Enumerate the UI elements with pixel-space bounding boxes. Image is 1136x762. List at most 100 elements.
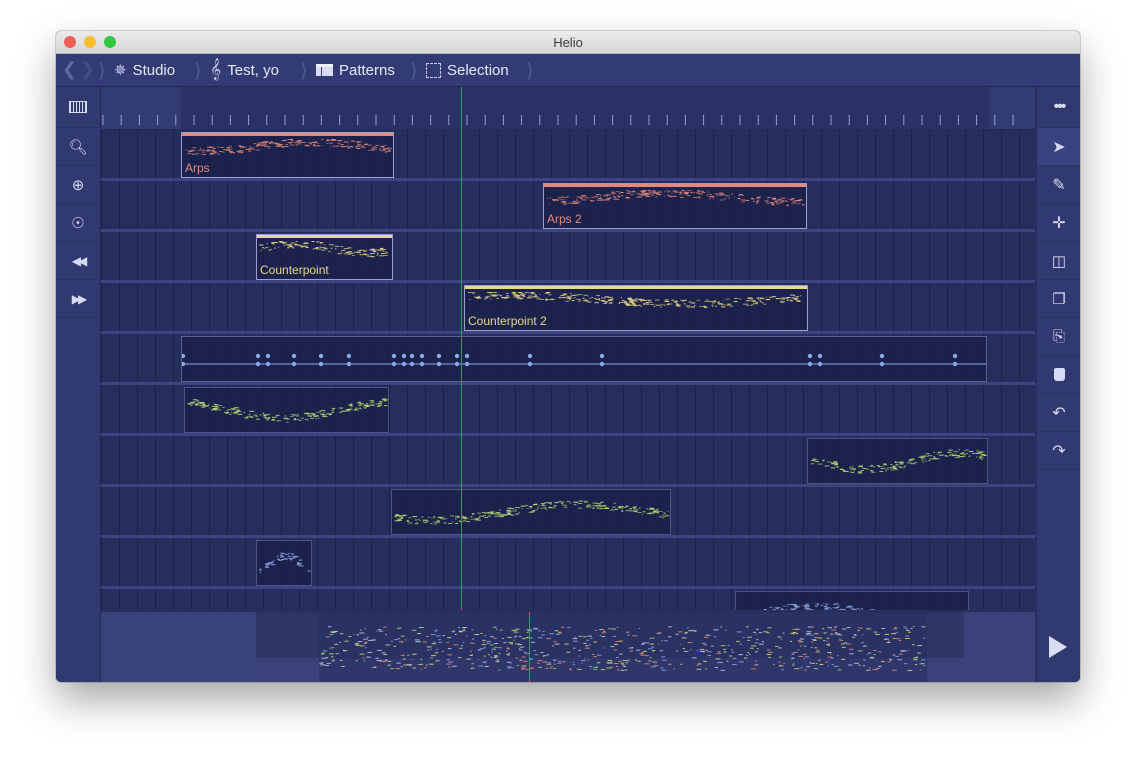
note (293, 419, 297, 421)
clip-green-3[interactable] (391, 489, 671, 535)
note (791, 198, 795, 200)
minimap-note (898, 640, 902, 642)
more-button[interactable]: ••• (1037, 87, 1080, 128)
piano-roll-button[interactable] (56, 87, 100, 128)
note (787, 604, 792, 605)
copy-button[interactable]: ❐ (1037, 280, 1080, 318)
fast-forward-button[interactable]: ▶▶ (56, 280, 100, 318)
note (928, 460, 931, 462)
note (775, 608, 779, 610)
note (352, 255, 354, 256)
note (509, 508, 515, 510)
minimap-note (651, 637, 653, 639)
minimap-note (332, 647, 335, 649)
note (527, 297, 529, 299)
minimap-note (710, 645, 714, 647)
cursor-tool-button[interactable]: ➤ (1037, 128, 1080, 166)
note (540, 507, 543, 509)
note (759, 298, 765, 300)
redo-button[interactable]: ↷ (1037, 432, 1080, 470)
paste-button[interactable]: ⎘ (1037, 318, 1080, 356)
clip-green-1[interactable] (184, 387, 389, 433)
clip-blue-2[interactable] (735, 591, 969, 610)
note (499, 295, 503, 297)
minimap-note (510, 643, 514, 645)
note (326, 142, 328, 144)
project-minimap[interactable] (101, 611, 1035, 682)
zoom-fit-button[interactable]: ☉ (56, 204, 100, 242)
back-button[interactable]: ❮ (62, 59, 77, 80)
note (674, 302, 677, 303)
clip-arps-2[interactable]: Arps 2 (543, 183, 807, 229)
note (353, 254, 355, 256)
note (660, 306, 663, 308)
clip-automation[interactable] (181, 336, 987, 382)
minimap-note (537, 660, 543, 662)
minimap-note (731, 651, 734, 653)
note (704, 306, 708, 308)
minimap-note (617, 656, 619, 658)
note (611, 191, 615, 193)
minimap-note (558, 661, 562, 663)
note (250, 416, 254, 418)
minimap-note (916, 652, 921, 654)
breadcrumb-selection[interactable]: Selection (426, 54, 509, 86)
move-tool-button[interactable]: ✛ (1037, 204, 1080, 242)
split-tool-button[interactable]: ◫ (1037, 242, 1080, 280)
note (638, 507, 641, 509)
note (685, 191, 687, 193)
minimap-note (557, 662, 562, 664)
note (706, 299, 709, 301)
zoom-out-button[interactable]: 🔍︎ (56, 128, 100, 166)
minimap-note (446, 642, 450, 643)
note (575, 201, 581, 203)
breadcrumb-patterns[interactable]: Patterns (316, 54, 395, 86)
note (193, 401, 195, 403)
breadcrumb-project[interactable]: 𝄞 Test, yo (210, 54, 279, 86)
note (217, 153, 220, 155)
note (951, 455, 957, 457)
note (638, 298, 643, 300)
play-button[interactable] (1036, 611, 1080, 682)
minimap-note (363, 660, 365, 662)
timeline-ruler[interactable] (101, 87, 1035, 130)
note (552, 507, 556, 509)
zoom-in-button[interactable]: ⊕ (56, 166, 100, 204)
minimap-note (343, 650, 345, 652)
clip-counterpoint[interactable]: Counterpoint (256, 234, 393, 280)
rewind-button[interactable]: ◀◀ (56, 242, 100, 280)
minimap-note (755, 633, 757, 635)
note (287, 552, 290, 554)
note (504, 514, 508, 516)
note (339, 246, 344, 247)
clip-arps[interactable]: Arps (181, 132, 394, 178)
note (613, 502, 617, 504)
note (849, 466, 851, 468)
clip-blue-1[interactable] (256, 540, 312, 586)
note (712, 305, 714, 307)
forward-button[interactable]: ❯ (80, 59, 95, 80)
minimap-note (858, 664, 861, 666)
minimap-note (344, 640, 349, 642)
minimap-note (717, 662, 722, 663)
note (862, 468, 868, 470)
note (195, 403, 200, 405)
minimap-note (687, 642, 693, 644)
note (688, 190, 691, 191)
clip-green-2[interactable] (807, 438, 988, 484)
undo-button[interactable]: ↶ (1037, 394, 1080, 432)
pen-tool-button[interactable]: ✎ (1037, 166, 1080, 204)
minimap-note (895, 632, 898, 634)
minimap-note (849, 648, 854, 650)
note (377, 253, 379, 255)
clip-counterpoint-2[interactable]: Counterpoint 2 (464, 285, 808, 331)
track-area[interactable]: Arps Arps 2 Counterpoint Counterpoint 2 (101, 130, 1035, 610)
playhead[interactable] (461, 87, 462, 610)
delete-button[interactable] (1037, 356, 1080, 394)
note (920, 456, 925, 458)
note (396, 515, 401, 517)
automation-point (401, 353, 407, 359)
note (195, 404, 198, 406)
minimap-note (812, 639, 817, 641)
breadcrumb-studio[interactable]: ✵ Studio (114, 54, 175, 86)
